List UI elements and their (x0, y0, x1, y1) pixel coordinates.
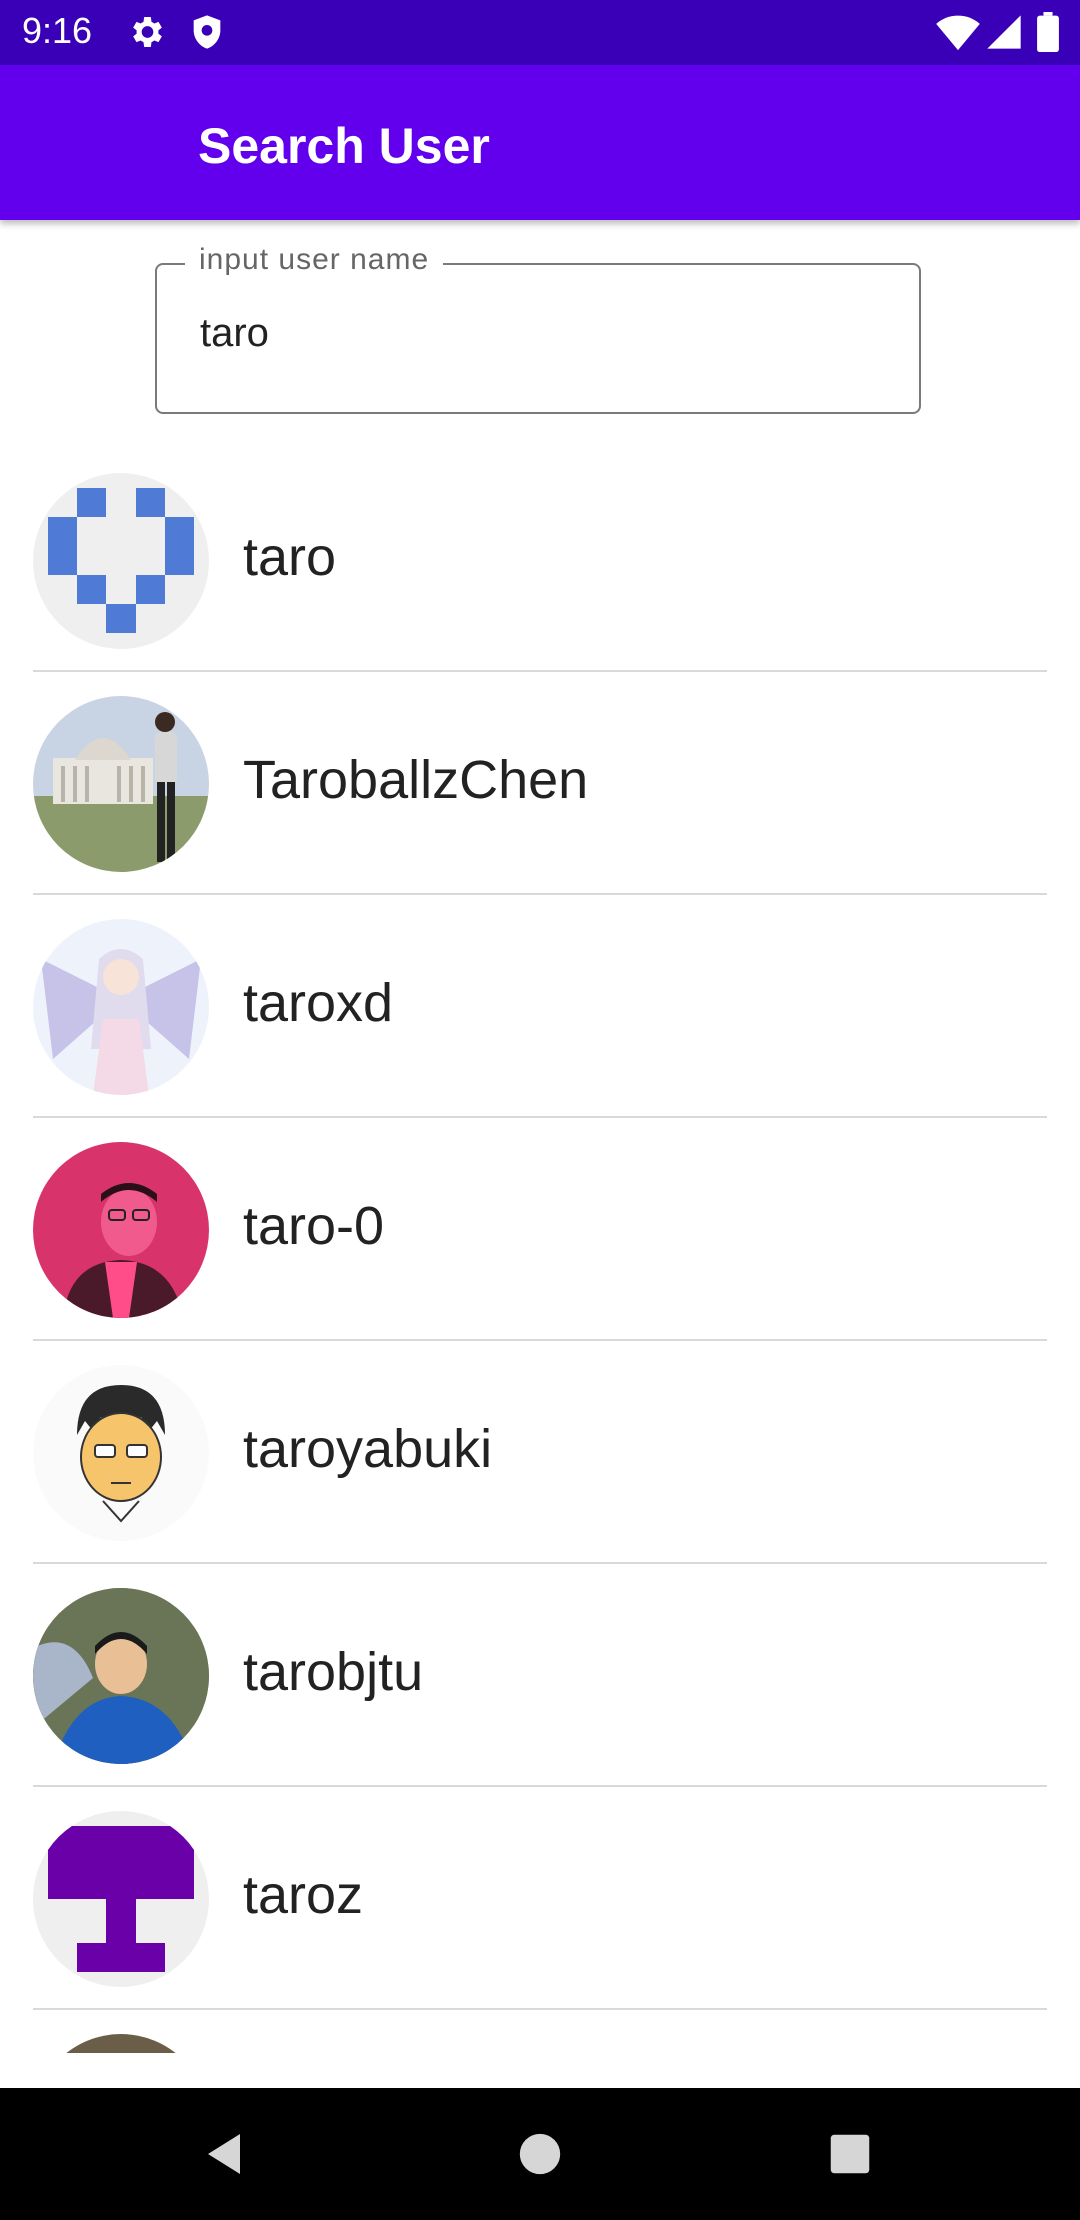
list-item[interactable] (0, 2029, 1080, 2053)
avatar (33, 1142, 209, 1318)
user-name: taro (243, 527, 337, 587)
search-field[interactable]: input user name (155, 243, 921, 414)
battery-icon (1036, 12, 1060, 52)
divider (33, 1339, 1047, 1341)
user-name: taroz (243, 1865, 364, 1925)
avatar (33, 919, 209, 1095)
search-input[interactable] (200, 311, 850, 356)
user-name: taroxd (243, 973, 394, 1033)
list-item[interactable]: taroyabuki (0, 1360, 1080, 1582)
avatar (33, 1365, 209, 1541)
list-item[interactable]: taro (0, 468, 1080, 690)
user-name: TaroballzChen (243, 750, 589, 810)
list-item[interactable]: taro-0 (0, 1137, 1080, 1359)
avatar (33, 473, 209, 649)
divider (33, 1116, 1047, 1118)
recents-square-icon (830, 2134, 870, 2174)
avatar (33, 696, 209, 872)
divider (33, 1562, 1047, 1564)
back-triangle-icon (208, 2134, 240, 2174)
list-item[interactable]: tarobjtu (0, 1583, 1080, 1805)
home-circle-icon (519, 2133, 561, 2175)
system-navigation-bar (0, 2088, 1080, 2220)
user-name: taro-0 (243, 1196, 385, 1256)
home-button[interactable] (500, 2114, 580, 2194)
cell-signal-icon (984, 12, 1024, 52)
divider (33, 670, 1047, 672)
user-list[interactable]: taro TaroballzChen taroxd taro-0 taroyab… (0, 468, 1080, 2053)
status-time: 9:16 (22, 10, 93, 51)
list-item[interactable]: TaroballzChen (0, 691, 1080, 913)
avatar (33, 1588, 209, 1764)
app-bar: Search User (0, 65, 1080, 220)
avatar (33, 1811, 209, 1987)
avatar (33, 2034, 209, 2053)
user-name: taroyabuki (243, 1419, 493, 1479)
wifi-icon (936, 12, 980, 52)
settings-gear-icon (126, 12, 166, 52)
divider (33, 893, 1047, 895)
page-title: Search User (198, 118, 490, 174)
user-name: tarobjtu (243, 1642, 424, 1702)
back-button[interactable] (186, 2114, 266, 2194)
recents-button[interactable] (810, 2114, 890, 2194)
list-item[interactable]: taroz (0, 1806, 1080, 2028)
list-item[interactable]: taroxd (0, 914, 1080, 1136)
divider (33, 2008, 1047, 2010)
divider (33, 1785, 1047, 1787)
search-field-label: input user name (185, 243, 444, 277)
shield-icon (187, 12, 227, 52)
status-bar: 9:16 (0, 0, 1080, 65)
